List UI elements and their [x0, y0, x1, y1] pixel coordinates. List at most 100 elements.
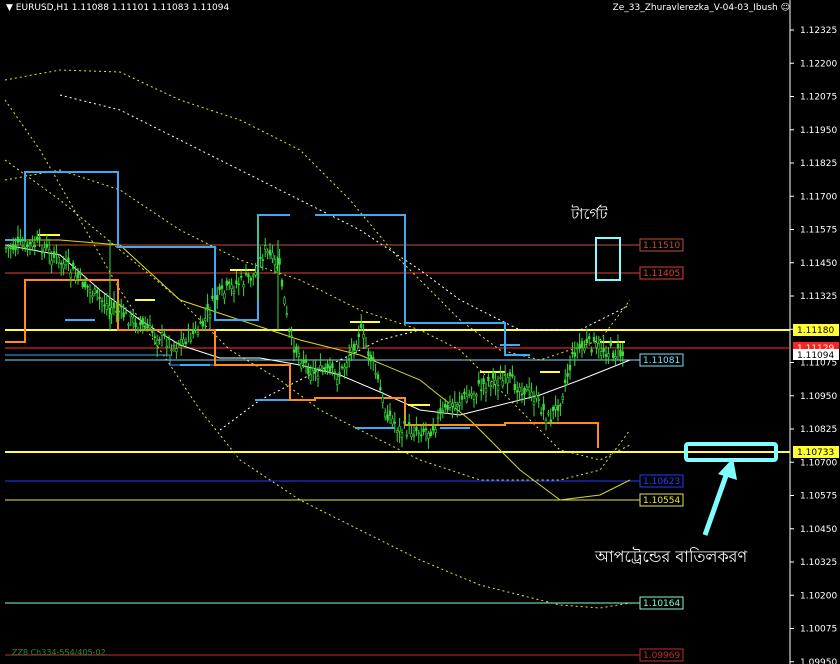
price-level-label: 1.10164 — [643, 599, 680, 609]
candle-body — [537, 399, 541, 401]
candle-body — [230, 284, 233, 290]
price-tick-label: 1.11575 — [800, 226, 837, 236]
candle-body — [559, 404, 562, 407]
candle-body — [299, 363, 303, 369]
candle-body — [544, 419, 548, 424]
candle-body — [535, 394, 538, 399]
candle-body — [381, 397, 384, 404]
candle-body — [575, 347, 579, 350]
candle-body — [345, 362, 348, 368]
price-tick-label: 1.10450 — [800, 525, 837, 535]
candle-body — [88, 289, 92, 293]
candle-body — [513, 384, 517, 391]
candle-body — [134, 322, 137, 328]
candle-body — [496, 385, 500, 391]
price-tick-label: 1.12325 — [800, 26, 837, 36]
candle-body — [213, 300, 216, 303]
candle-body — [254, 272, 257, 276]
candle-body — [453, 401, 456, 409]
candle-body — [410, 433, 413, 437]
candle-body — [563, 379, 567, 384]
candle-body — [602, 348, 605, 352]
candle-body — [304, 359, 308, 363]
candle-body — [441, 410, 444, 412]
candle-body — [477, 380, 480, 384]
candle-body — [81, 282, 85, 288]
candle-body — [184, 341, 188, 345]
price-tick-label: 1.12075 — [800, 93, 837, 103]
candle-body — [424, 428, 428, 431]
candle-body — [316, 375, 320, 380]
candle-body — [470, 393, 473, 396]
candle-body — [273, 259, 276, 266]
candle-body — [619, 349, 622, 357]
candle-body — [547, 412, 550, 415]
white-dotted-line — [59, 94, 631, 331]
candle-body — [405, 434, 408, 437]
price-tick-label: 1.10325 — [800, 558, 837, 568]
candle-body — [343, 366, 346, 370]
candle-body — [580, 341, 584, 348]
candle-body — [439, 408, 442, 415]
candle-body — [84, 281, 87, 288]
candle-body — [479, 389, 483, 392]
candle-body — [542, 403, 545, 411]
candle-body — [621, 351, 625, 356]
candle-body — [566, 373, 569, 377]
candle-body — [587, 336, 591, 339]
candle-body — [9, 247, 12, 250]
price-level-label: 1.09969 — [643, 651, 680, 661]
candle-body — [16, 236, 20, 243]
candle-body — [472, 393, 476, 400]
candle-body — [105, 303, 109, 310]
candle-body — [369, 354, 372, 362]
price-tick-label: 1.11825 — [800, 159, 837, 169]
candle-body — [242, 284, 245, 288]
candle-body — [141, 318, 144, 325]
candle-body — [578, 343, 581, 349]
candle-body — [285, 313, 288, 316]
price-tick-label: 1.11950 — [800, 126, 837, 136]
price-tick-label: 1.10825 — [800, 425, 837, 435]
candle-body — [609, 340, 613, 346]
candle-body — [443, 403, 447, 408]
candle-body — [232, 290, 236, 294]
price-tick-label: 1.11325 — [800, 292, 837, 302]
candle-body — [103, 304, 106, 307]
candle-body — [287, 330, 291, 332]
candle-body — [129, 314, 132, 318]
candle-body — [43, 247, 46, 253]
candle-body — [530, 391, 533, 398]
candle-body — [295, 346, 298, 353]
candle-body — [616, 343, 620, 349]
candle-body — [376, 374, 380, 380]
candle-body — [482, 378, 485, 385]
candle-body — [592, 336, 596, 342]
candle-body — [364, 345, 368, 347]
candle-body — [124, 311, 128, 314]
candle-body — [74, 275, 77, 281]
candle-body — [487, 377, 490, 381]
candle-body — [506, 377, 509, 384]
candle-body — [139, 321, 142, 326]
candle-body — [489, 385, 492, 388]
candle-body — [573, 352, 577, 357]
candle-body — [4, 247, 8, 250]
candle-body — [266, 250, 269, 254]
candle-body — [175, 348, 178, 352]
candle-body — [40, 250, 44, 254]
dropdown-triangle-icon[interactable]: ▼ — [6, 3, 13, 13]
price-tick-label: 1.11450 — [800, 259, 837, 269]
candle-body — [268, 249, 272, 256]
candle-body — [26, 244, 29, 248]
candle-body — [201, 320, 204, 327]
candle-body — [35, 236, 39, 241]
candle-body — [583, 347, 586, 351]
footer-label: ZZ8 Ch334-5S4/405-02 — [12, 648, 106, 657]
candle-body — [278, 258, 281, 265]
candle-body — [532, 401, 536, 406]
candle-body — [69, 272, 73, 278]
candle-body — [290, 335, 293, 338]
candle-body — [196, 332, 200, 335]
price-tick-label: 1.11700 — [800, 192, 837, 202]
